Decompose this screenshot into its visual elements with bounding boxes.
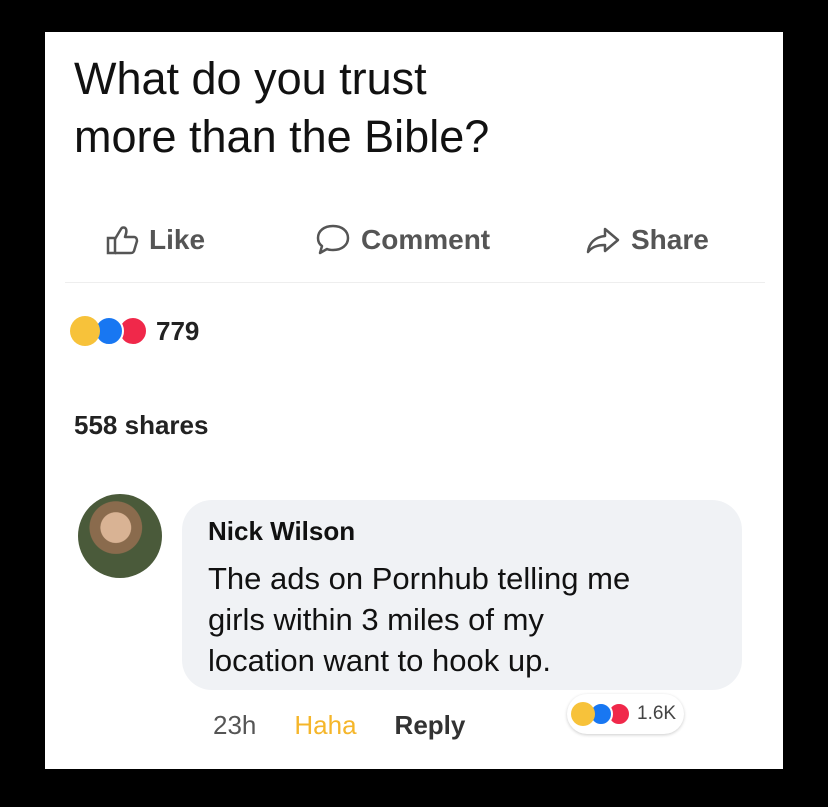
reaction-count: 779 bbox=[156, 315, 200, 346]
action-bar: Like Comment Share bbox=[45, 220, 783, 260]
divider bbox=[65, 282, 765, 283]
comment-label: Comment bbox=[361, 224, 491, 255]
comment-text: The ads on Pornhub telling me girls with… bbox=[208, 558, 728, 681]
comment-reaction-count: 1.6K bbox=[637, 703, 677, 724]
like-label: Like bbox=[149, 224, 206, 255]
comment-text-line: girls within 3 miles of my bbox=[208, 602, 544, 637]
haha-reaction-icon bbox=[571, 702, 595, 726]
speech-bubble-icon bbox=[315, 223, 351, 257]
reply-button[interactable]: Reply bbox=[395, 710, 466, 741]
thumbs-up-icon bbox=[105, 224, 139, 256]
share-button[interactable]: Share bbox=[585, 220, 709, 260]
comment-text-line: The ads on Pornhub telling me bbox=[208, 561, 631, 596]
comment-time[interactable]: 23h bbox=[213, 710, 256, 741]
comment-meta: 23h Haha Reply bbox=[213, 706, 465, 744]
reactions-summary[interactable]: 779 bbox=[70, 314, 199, 348]
post-text-line: What do you trust bbox=[74, 53, 427, 104]
comment-bubble: Nick Wilson The ads on Pornhub telling m… bbox=[182, 500, 742, 690]
comment-button[interactable]: Comment bbox=[315, 220, 490, 260]
share-label: Share bbox=[631, 224, 709, 255]
post-text: What do you trust more than the Bible? bbox=[74, 50, 674, 166]
like-button[interactable]: Like bbox=[105, 220, 205, 260]
avatar[interactable] bbox=[78, 494, 162, 578]
comment-text-line: location want to hook up. bbox=[208, 643, 551, 678]
post-text-line: more than the Bible? bbox=[74, 111, 490, 162]
shares-count[interactable]: 558 shares bbox=[74, 410, 208, 441]
comment-author[interactable]: Nick Wilson bbox=[208, 516, 355, 547]
haha-reaction-icon bbox=[70, 316, 100, 346]
haha-reaction-button[interactable]: Haha bbox=[294, 710, 356, 741]
comment-reactions[interactable]: 1.6K bbox=[567, 694, 685, 734]
share-arrow-icon bbox=[585, 225, 621, 255]
post-card: What do you trust more than the Bible? L… bbox=[45, 32, 783, 769]
